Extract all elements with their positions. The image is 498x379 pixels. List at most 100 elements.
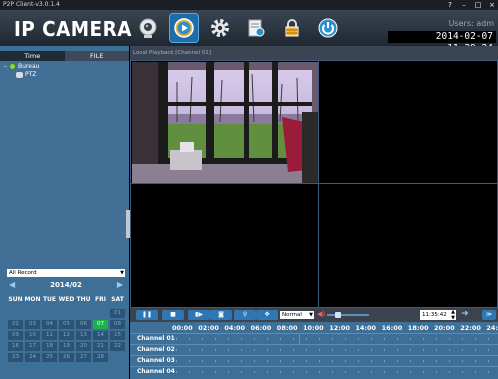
calendar-day[interactable]: 02 bbox=[8, 320, 23, 329]
calendar-day[interactable]: 01 bbox=[110, 309, 125, 318]
weekday-label: FRI bbox=[95, 296, 106, 303]
calendar-day[interactable]: 17 bbox=[25, 342, 40, 351]
calendar-empty-cell bbox=[76, 309, 91, 318]
timeline-hour-label: 08:00 bbox=[276, 324, 298, 332]
tree-label-ptz: PTZ bbox=[25, 71, 37, 78]
dropdown-arrow-icon: ▼ bbox=[120, 270, 124, 276]
volume-slider-handle[interactable] bbox=[335, 312, 341, 318]
video-channel-1[interactable] bbox=[132, 62, 318, 183]
calendar-header: 2014/02 ◀ ▶ bbox=[7, 280, 125, 290]
tree-item-ptz[interactable]: PTZ bbox=[16, 71, 36, 78]
timeline: 00:00 02:00 04:00 06:00 08:00 10:00 12:00 14:00… bbox=[130, 322, 498, 379]
timeline-channel-row[interactable]: Channel 01 bbox=[130, 333, 498, 344]
left-panel: Time FILE – Bureau PTZ All Record ▼ 2014… bbox=[0, 46, 129, 379]
datetime-display: 2014-02-07 11:39:24 bbox=[388, 31, 496, 54]
volume-slider[interactable] bbox=[327, 314, 369, 316]
playback-button[interactable] bbox=[169, 13, 199, 43]
zoom-button[interactable]: ⚲ bbox=[234, 310, 256, 320]
timeline-channel-row[interactable]: Channel 02 bbox=[130, 344, 498, 354]
channel-track[interactable] bbox=[176, 338, 494, 340]
help-button[interactable]: ? bbox=[446, 0, 454, 10]
calendar-empty-cell bbox=[42, 309, 57, 318]
calendar-weekdays: SUN MON TUE WED THU FRI SAT bbox=[7, 296, 129, 303]
snapshot-button[interactable]: ◙ bbox=[210, 310, 232, 320]
calendar-day[interactable]: 08 bbox=[110, 320, 125, 329]
calendar-empty-cell bbox=[110, 353, 125, 362]
calendar-day[interactable]: 24 bbox=[25, 353, 40, 362]
calendar-day[interactable]: 15 bbox=[110, 331, 125, 340]
user-label: Users: adm bbox=[448, 19, 494, 28]
maximize-button[interactable]: □ bbox=[474, 0, 482, 10]
prev-month-icon[interactable]: ◀ bbox=[9, 280, 15, 290]
calendar-day[interactable]: 13 bbox=[76, 331, 91, 340]
calendar-day[interactable]: 28 bbox=[93, 353, 108, 362]
lock-icon bbox=[285, 19, 299, 37]
lock-button[interactable] bbox=[277, 13, 307, 43]
calendar-day[interactable]: 07 bbox=[93, 320, 108, 329]
calendar-day[interactable]: 14 bbox=[93, 331, 108, 340]
timeline-channel-row[interactable]: Channel 03 bbox=[130, 355, 498, 365]
calendar-day[interactable]: 22 bbox=[110, 342, 125, 351]
grid-divider-horizontal bbox=[131, 183, 497, 184]
channel-label: Channel 02 bbox=[137, 346, 175, 353]
calendar-empty-cell bbox=[8, 309, 23, 318]
timeline-channel-row[interactable]: Channel 04 bbox=[130, 366, 498, 376]
calendar-day[interactable]: 20 bbox=[76, 342, 91, 351]
spinner-icon[interactable]: ▲ ▼ bbox=[451, 309, 455, 321]
calendar-day[interactable]: 10 bbox=[25, 331, 40, 340]
timeline-hour-label: 20:00 bbox=[434, 324, 455, 332]
seek-time-input[interactable]: 11:35:42 ▲ ▼ bbox=[420, 309, 456, 321]
step-forward-button[interactable]: ▮▶ bbox=[188, 310, 210, 320]
power-button[interactable] bbox=[313, 13, 343, 43]
calendar-day[interactable]: 25 bbox=[42, 353, 57, 362]
recording-marker[interactable] bbox=[299, 334, 300, 344]
log-button[interactable] bbox=[241, 13, 271, 43]
calendar-day[interactable]: 27 bbox=[76, 353, 91, 362]
next-month-icon[interactable]: ▶ bbox=[117, 280, 123, 290]
calendar-day[interactable]: 19 bbox=[59, 342, 74, 351]
ptz-button[interactable]: ✥ bbox=[256, 310, 278, 320]
channel-track[interactable] bbox=[176, 360, 494, 362]
channel-track[interactable] bbox=[176, 371, 494, 373]
calendar-empty-cell bbox=[93, 309, 108, 318]
calendar-day[interactable]: 05 bbox=[59, 320, 74, 329]
calendar-day[interactable]: 16 bbox=[8, 342, 23, 351]
tab-file[interactable]: FILE bbox=[64, 51, 129, 61]
calendar-day[interactable]: 04 bbox=[42, 320, 57, 329]
calendar-day[interactable]: 23 bbox=[8, 353, 23, 362]
live-view-button[interactable] bbox=[133, 13, 163, 43]
speed-select[interactable]: Normal ▼ bbox=[280, 311, 314, 319]
timeline-hour-label: 22:00 bbox=[460, 324, 481, 332]
volume-muted-icon[interactable]: ◀) bbox=[317, 310, 325, 318]
go-arrow-icon[interactable]: ➜ bbox=[461, 309, 469, 319]
calendar-day[interactable]: 06 bbox=[76, 320, 91, 329]
expand-timeline-button[interactable]: ≫ bbox=[482, 310, 496, 320]
calendar-day[interactable]: 11 bbox=[42, 331, 57, 340]
collapse-icon: – bbox=[4, 63, 7, 70]
tab-time[interactable]: Time bbox=[0, 51, 65, 61]
tree-item-bureau[interactable]: – Bureau bbox=[4, 63, 39, 70]
weekday-label: SAT bbox=[111, 296, 124, 303]
pause-button[interactable]: ❚❚ bbox=[136, 310, 158, 320]
calendar-day[interactable]: 26 bbox=[59, 353, 74, 362]
channel-track[interactable] bbox=[176, 349, 494, 351]
stop-button[interactable]: ■ bbox=[162, 310, 184, 320]
calendar-day[interactable]: 03 bbox=[25, 320, 40, 329]
calendar-day[interactable]: 09 bbox=[8, 331, 23, 340]
grid-divider-vertical bbox=[318, 61, 319, 307]
calendar-day[interactable]: 12 bbox=[59, 331, 74, 340]
timeline-hour-label: 12:00 bbox=[329, 324, 350, 332]
playback-area: Local Playback [Channel 01] bbox=[130, 46, 498, 308]
header: IP CAMERA Users: adm 2014-02-07 bbox=[0, 10, 498, 54]
settings-button[interactable] bbox=[205, 13, 235, 43]
calendar-day[interactable]: 21 bbox=[93, 342, 108, 351]
settings-gear-icon bbox=[211, 19, 229, 37]
record-type-select[interactable]: All Record ▼ bbox=[7, 269, 125, 277]
minimize-button[interactable]: – bbox=[460, 0, 468, 10]
close-button[interactable]: × bbox=[488, 0, 496, 10]
timeline-hour-label: 24:00 bbox=[486, 324, 498, 332]
calendar-day[interactable]: 18 bbox=[42, 342, 57, 351]
snapshot-camera-icon: ◙ bbox=[218, 311, 224, 318]
dropdown-arrow-icon: ▼ bbox=[309, 312, 313, 318]
playback-controls: ❚❚ ■ ▮▶ ◙ ⚲ ✥ Normal ▼ ◀) 11:35:42 ▲ ▼ ➜ … bbox=[130, 308, 498, 322]
